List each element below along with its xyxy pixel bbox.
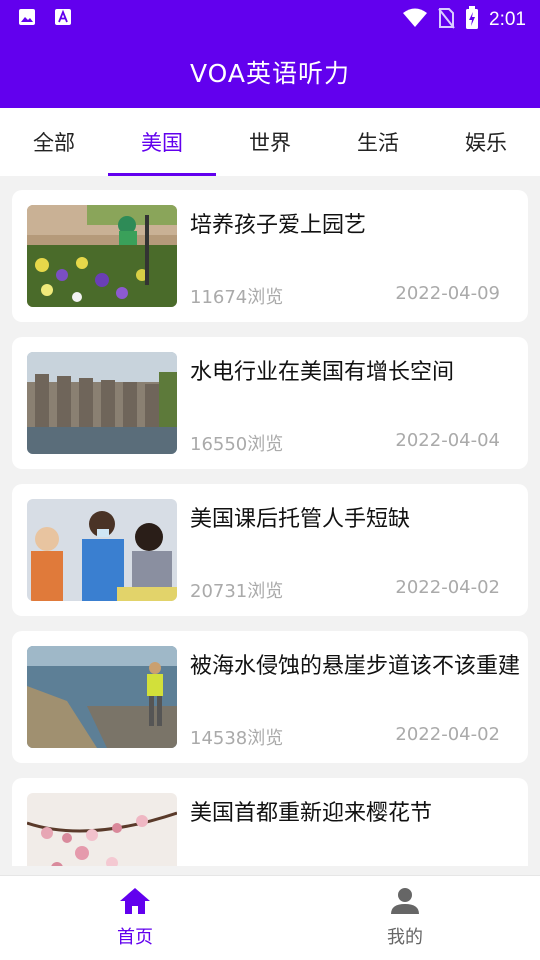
- article-date: 2022-04-02: [395, 724, 500, 745]
- article-card[interactable]: 美国首都重新迎来樱花节: [12, 778, 528, 866]
- person-icon: [391, 887, 419, 919]
- wifi-icon: [403, 8, 428, 32]
- tab-label: 娱乐: [465, 131, 507, 155]
- nav-label: 首页: [117, 927, 153, 948]
- a-text-icon: [54, 8, 72, 26]
- status-time: 2:01: [489, 9, 526, 30]
- article-list[interactable]: 培养孩子爱上园艺 11674浏览 2022-04-09 水电行业在美国有增长空间…: [0, 176, 540, 866]
- nav-label: 我的: [387, 927, 423, 948]
- article-card[interactable]: 被海水侵蚀的悬崖步道该不该重建 14538浏览 2022-04-02: [12, 631, 528, 763]
- tab-label: 世界: [249, 131, 291, 155]
- article-title: 美国首都重新迎来樱花节: [190, 801, 433, 826]
- article-title: 美国课后托管人手短缺: [190, 507, 411, 532]
- tab-entertainment[interactable]: 娱乐: [432, 108, 540, 176]
- article-views: 16550浏览: [190, 434, 284, 455]
- article-card[interactable]: 美国课后托管人手短缺 20731浏览 2022-04-02: [12, 484, 528, 616]
- article-title: 培养孩子爱上园艺: [190, 213, 367, 238]
- tab-label: 生活: [357, 131, 399, 155]
- article-thumbnail-cherry-blossom: [27, 793, 177, 866]
- article-thumbnail-dam: [27, 352, 177, 454]
- tab-label: 全部: [33, 131, 75, 155]
- nav-home[interactable]: 首页: [0, 876, 270, 960]
- article-card[interactable]: 培养孩子爱上园艺 11674浏览 2022-04-09: [12, 190, 528, 322]
- status-bar: 2:01: [0, 0, 540, 36]
- tab-world[interactable]: 世界: [216, 108, 324, 176]
- article-thumbnail-garden: [27, 205, 177, 307]
- article-date: 2022-04-02: [395, 577, 500, 598]
- tab-usa[interactable]: 美国: [108, 108, 216, 176]
- image-icon: [18, 8, 36, 26]
- tab-life[interactable]: 生活: [324, 108, 432, 176]
- article-thumbnail-cliff: [27, 646, 177, 748]
- tab-all[interactable]: 全部: [0, 108, 108, 176]
- category-tabs: 全部 美国 世界 生活 娱乐: [0, 108, 540, 176]
- article-thumbnail-classroom: [27, 499, 177, 601]
- article-views: 14538浏览: [190, 728, 284, 749]
- article-views: 11674浏览: [190, 287, 284, 308]
- app-bar: VOA英语听力: [0, 36, 540, 108]
- nav-profile[interactable]: 我的: [270, 876, 540, 960]
- article-date: 2022-04-04: [395, 430, 500, 451]
- no-sim-icon: [437, 7, 455, 33]
- bottom-navigation: 首页 我的: [0, 875, 540, 960]
- article-title: 水电行业在美国有增长空间: [190, 360, 455, 385]
- article-title: 被海水侵蚀的悬崖步道该不该重建: [190, 654, 520, 679]
- battery-icon: [465, 6, 479, 34]
- article-date: 2022-04-09: [395, 283, 500, 304]
- article-views: 20731浏览: [190, 581, 284, 602]
- home-icon: [119, 887, 151, 919]
- tab-label: 美国: [141, 131, 183, 155]
- article-card[interactable]: 水电行业在美国有增长空间 16550浏览 2022-04-04: [12, 337, 528, 469]
- app-title: VOA英语听力: [189, 59, 350, 88]
